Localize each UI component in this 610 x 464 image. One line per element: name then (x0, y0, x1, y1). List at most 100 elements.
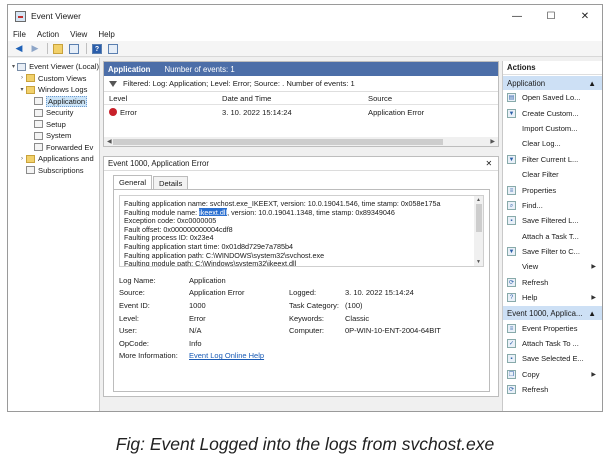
action-save-filter-to-c[interactable]: ▼ Save Filter to C... (503, 244, 602, 259)
save-icon: ▪ (507, 354, 516, 364)
expand-arrow-icon[interactable]: ▾ (18, 86, 26, 93)
minimize-button[interactable]: — (500, 5, 534, 27)
scroll-thumb[interactable] (113, 138, 443, 145)
task-category-value: (100) (345, 300, 363, 310)
action-filter-current-l[interactable]: ▼ Filter Current L... (503, 152, 602, 167)
action-label: Clear Log... (522, 139, 561, 149)
action-clear-filter[interactable]: Clear Filter (503, 167, 602, 182)
back-arrow-icon[interactable]: ◀ (12, 42, 26, 55)
tree-item-event-viewer-local[interactable]: ▾ Event Viewer (Local) (8, 61, 99, 73)
show-action-pane-icon[interactable] (106, 42, 120, 55)
action-event-properties[interactable]: ≡ Event Properties (503, 320, 602, 335)
log-icon (34, 131, 43, 140)
action-attach-task-to[interactable]: ✓ Attach Task To ... (503, 336, 602, 351)
scroll-up-icon[interactable]: ▲ (474, 197, 483, 203)
action-help[interactable]: ? Help ▶ (503, 290, 602, 305)
tree-item-label: Forwarded Ev (46, 142, 94, 152)
filter-icon (109, 80, 117, 87)
collapse-icon[interactable]: ▲ (588, 309, 596, 318)
scroll-right-icon[interactable]: ▶ (490, 138, 495, 145)
folder-icon (26, 154, 35, 163)
description-text: Faulting application path: C:\WINDOWS\sy… (124, 250, 325, 260)
action-save-filtered-l[interactable]: ▪ Save Filtered L... (503, 213, 602, 228)
tree-item-applications-and[interactable]: › Applications and (8, 153, 99, 165)
event-log-online-help-link[interactable]: Event Log Online Help (189, 351, 264, 360)
show-hide-tree-icon[interactable] (67, 42, 81, 55)
collapse-icon[interactable]: ▲ (588, 79, 596, 88)
horizontal-scrollbar[interactable]: ◀ ▶ (104, 137, 498, 146)
description-text: Faulting application name: svchost.exe_I… (124, 199, 441, 208)
more-information-label: More Information: (119, 351, 178, 361)
action-find[interactable]: ⌕ Find... (503, 198, 602, 213)
level-label: Level: (119, 313, 140, 323)
keywords-label: Keywords: (289, 313, 325, 323)
tree-item-application[interactable]: Application (8, 95, 99, 108)
action-view[interactable]: View ▶ (503, 259, 602, 274)
user-value: N/A (189, 326, 202, 336)
tree-item-label: Security (46, 108, 74, 118)
column-source[interactable]: Source (366, 94, 498, 103)
scroll-down-icon[interactable]: ▼ (474, 259, 483, 265)
tree-item-setup[interactable]: Setup (8, 119, 99, 131)
folder-open-icon: ▤ (507, 93, 516, 103)
maximize-button[interactable]: ☐ (534, 5, 568, 27)
close-button[interactable]: ✕ (568, 5, 602, 27)
menu-view[interactable]: View (70, 30, 87, 39)
column-level[interactable]: Level (104, 94, 220, 103)
action-open-saved-lo[interactable]: ▤ Open Saved Lo... (503, 90, 602, 105)
expand-arrow-icon[interactable]: ▾ (10, 63, 17, 70)
submenu-arrow-icon: ▶ (591, 264, 596, 271)
property-row: Source: Application Error Logged: 3. 10.… (119, 287, 484, 300)
event-description-box[interactable]: Faulting application name: svchost.exe_I… (119, 195, 484, 267)
action-create-custom[interactable]: ▼ Create Custom... (503, 105, 602, 120)
folder-up-icon[interactable] (51, 42, 65, 55)
log-icon (34, 108, 43, 117)
menu-action[interactable]: Action (37, 30, 59, 39)
tree-item-forwarded-ev[interactable]: Forwarded Ev (8, 142, 99, 154)
action-save-selected-e[interactable]: ▪ Save Selected E... (503, 351, 602, 366)
property-row: Event ID: 1000 Task Category: (100) (119, 299, 484, 312)
logged-value: 3. 10. 2022 15:14:24 (345, 288, 414, 298)
action-label: Save Selected E... (522, 354, 584, 364)
expand-arrow-icon[interactable]: › (18, 156, 26, 162)
table-row[interactable]: Error 3. 10. 2022 15:14:24 Application E… (104, 105, 498, 119)
action-refresh[interactable]: ⟳ Refresh (503, 275, 602, 290)
event-id-value: 1000 (189, 300, 206, 310)
tree-item-subscriptions[interactable]: Subscriptions (8, 165, 99, 177)
action-label: Import Custom... (522, 123, 578, 133)
action-refresh[interactable]: ⟳ Refresh (503, 382, 602, 397)
tree-item-system[interactable]: System (8, 130, 99, 142)
vertical-scrollbar[interactable]: ▲ ▼ (474, 196, 483, 266)
tree-item-custom-views[interactable]: › Custom Views (8, 73, 99, 85)
tree-item-label: System (46, 131, 72, 141)
log-icon (34, 97, 43, 106)
expand-arrow-icon[interactable]: › (18, 75, 26, 81)
detail-title: Event 1000, Application Error (108, 159, 209, 168)
property-row: User: N/A Computer: 0P-WIN-10-ENT-2004-6… (119, 324, 484, 337)
action-import-custom[interactable]: Import Custom... (503, 121, 602, 136)
menu-file[interactable]: File (13, 30, 26, 39)
detail-close-icon[interactable]: ✕ (485, 159, 492, 168)
tab-general[interactable]: General (113, 175, 153, 189)
actions-section-application[interactable]: Application ▲ (503, 76, 602, 90)
action-label: View (522, 262, 539, 272)
menu-help[interactable]: Help (98, 30, 114, 39)
scroll-thumb[interactable] (475, 204, 482, 232)
forward-arrow-icon[interactable]: ▶ (28, 42, 42, 55)
action-attach-a-task-t[interactable]: Attach a Task T... (503, 229, 602, 244)
description-text: Faulting module path: C:\Windows\system3… (124, 259, 297, 267)
help-icon[interactable]: ? (90, 42, 104, 55)
action-properties[interactable]: ≡ Properties (503, 182, 602, 197)
folder-icon (26, 74, 35, 83)
action-copy[interactable]: ❐ Copy ▶ (503, 367, 602, 382)
tree-item-windows-logs[interactable]: ▾ Windows Logs (8, 84, 99, 96)
scroll-left-icon[interactable]: ◀ (107, 138, 112, 145)
action-clear-log[interactable]: Clear Log... (503, 136, 602, 151)
tree-item-security[interactable]: Security (8, 107, 99, 119)
tree-item-label: Custom Views (38, 73, 87, 83)
opcode-label: OpCode: (119, 338, 150, 348)
actions-section-event[interactable]: Event 1000, Applica... ▲ (503, 306, 602, 321)
tab-details[interactable]: Details (153, 176, 189, 189)
column-date[interactable]: Date and Time (220, 94, 366, 103)
property-row: More Information: Event Log Online Help (119, 350, 484, 363)
